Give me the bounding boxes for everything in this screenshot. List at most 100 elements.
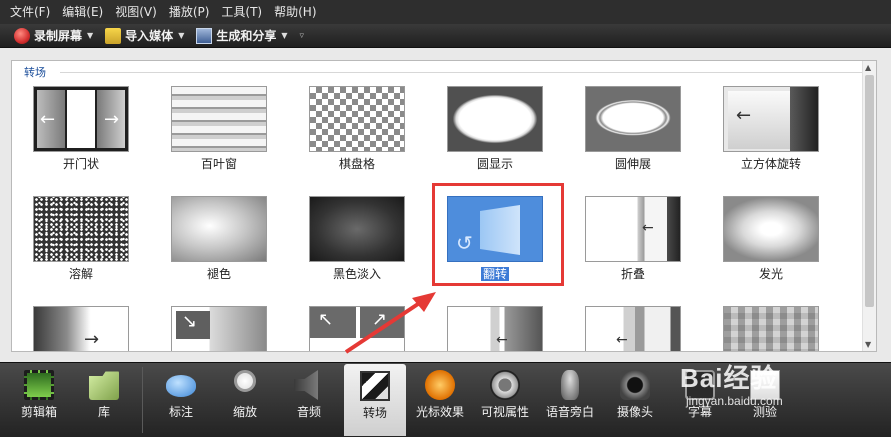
transition-label: 棋盘格 xyxy=(338,157,375,171)
transition-tile-circle-stretch[interactable]: 圆伸展 xyxy=(585,86,681,172)
transition-thumbnail: ← xyxy=(723,86,819,152)
zoom-magnifier-icon xyxy=(234,370,256,392)
tab-label: 标注 xyxy=(168,405,193,419)
transition-thumbnail: ← xyxy=(585,306,681,351)
tab-label: 语音旁白 xyxy=(545,405,594,419)
transition-thumbnail xyxy=(33,196,129,262)
transition-thumbnail xyxy=(171,196,267,262)
transition-label: 开门状 xyxy=(62,157,99,171)
transition-label: 褪色 xyxy=(206,267,231,281)
camera-icon xyxy=(620,370,650,400)
menu-bar: 文件(F) 编辑(E) 视图(V) 播放(P) 工具(T) 帮助(H) xyxy=(0,0,891,24)
transition-tile-fold[interactable]: ← 折叠 xyxy=(585,196,681,282)
tab-label: 剪辑箱 xyxy=(20,405,57,419)
folder-icon xyxy=(105,27,122,44)
chevron-down-icon: ▼ xyxy=(281,31,288,40)
menu-view[interactable]: 视图(V) xyxy=(109,0,163,24)
menu-play[interactable]: 播放(P) xyxy=(163,0,216,24)
transition-tile-fade[interactable]: 褪色 xyxy=(171,196,267,282)
tab-label: 音频 xyxy=(296,405,321,419)
transition-tile-dissolve[interactable]: 溶解 xyxy=(33,196,129,282)
cursor-effect-icon xyxy=(425,370,455,400)
transition-tile-page-roll[interactable]: ↘ xyxy=(171,306,267,351)
menu-help[interactable]: 帮助(H) xyxy=(268,0,322,24)
transition-tile-checkerboard[interactable]: 棋盘格 xyxy=(309,86,405,172)
transition-label: 折叠 xyxy=(620,267,645,281)
import-media-button[interactable]: 导入媒体 ▼ xyxy=(105,27,184,44)
transition-thumbnail xyxy=(309,86,405,152)
tab-label: 光标效果 xyxy=(415,405,464,419)
tab-visual-properties[interactable]: 可视属性 xyxy=(474,363,536,437)
produce-share-label: 生成和分享 xyxy=(216,29,277,43)
transition-thumbnail xyxy=(309,196,405,262)
tab-clip-bin[interactable]: 剪辑箱 xyxy=(8,363,70,437)
transition-tile-cube-rotate[interactable]: ← 立方体旋转 xyxy=(723,86,819,172)
transition-label: 百叶窗 xyxy=(200,157,237,171)
menu-edit[interactable]: 编辑(E) xyxy=(56,0,109,24)
record-screen-label: 录制屏幕 xyxy=(34,29,83,43)
record-icon xyxy=(14,27,30,44)
scroll-thumb[interactable] xyxy=(865,75,874,307)
tab-label: 可视属性 xyxy=(480,405,529,419)
tab-transitions[interactable]: 转场 xyxy=(344,364,406,436)
transition-label: 立方体旋转 xyxy=(740,157,801,171)
transition-thumbnail xyxy=(171,86,267,152)
transition-thumbnail: ← xyxy=(585,196,681,262)
tab-audio[interactable]: 音频 xyxy=(278,363,340,437)
transition-label: 圆伸展 xyxy=(614,157,651,171)
transition-tile-page-peel[interactable]: → xyxy=(33,306,129,351)
tab-camera[interactable]: 摄像头 xyxy=(604,363,666,437)
transition-tile-fade-through-black[interactable]: 黑色淡入 xyxy=(309,196,405,282)
transition-tile-blinds[interactable]: 百叶窗 xyxy=(171,86,267,172)
film-strip-icon xyxy=(24,370,54,400)
tab-callouts[interactable]: 标注 xyxy=(150,363,212,437)
transition-thumbnail xyxy=(723,196,819,262)
transition-thumbnail xyxy=(447,86,543,152)
transition-tile-door[interactable]: ← → 开门状 xyxy=(33,86,129,172)
transition-tile-slide[interactable]: ← xyxy=(447,306,543,351)
menu-tools[interactable]: 工具(T) xyxy=(215,0,268,24)
transition-thumbnail: ↘ xyxy=(171,306,267,351)
transition-tile-quad-split[interactable]: ↖ ↗ xyxy=(309,306,405,351)
transition-tile-glow[interactable]: 发光 xyxy=(723,196,819,282)
panel-scrollbar[interactable]: ▲ ▼ xyxy=(862,61,876,351)
import-media-label: 导入媒体 xyxy=(125,29,174,43)
watermark-logo: Bai经验 xyxy=(680,363,778,393)
tab-label: 转场 xyxy=(362,406,387,420)
visual-properties-icon xyxy=(490,370,520,400)
main-toolbar: 录制屏幕 ▼ 导入媒体 ▼ 生成和分享 ▼ ▿ xyxy=(0,24,891,48)
produce-share-button[interactable]: 生成和分享 ▼ xyxy=(196,27,288,44)
transition-label: 溶解 xyxy=(68,267,93,281)
panel-title-divider xyxy=(60,72,862,73)
transition-label: 发光 xyxy=(758,267,783,281)
tab-voice-narration[interactable]: 语音旁白 xyxy=(539,363,601,437)
transition-thumbnail: → xyxy=(33,306,129,351)
transition-tile-pixelate[interactable] xyxy=(723,306,819,351)
callout-bubble-icon xyxy=(166,375,196,397)
transition-label: 圆显示 xyxy=(476,157,513,171)
tab-cursor-effects[interactable]: 光标效果 xyxy=(409,363,471,437)
transition-thumbnail: ← xyxy=(447,306,543,351)
produce-share-icon xyxy=(196,27,213,44)
chevron-down-icon: ▼ xyxy=(178,31,185,40)
record-screen-button[interactable]: 录制屏幕 ▼ xyxy=(14,27,93,44)
transition-thumbnail xyxy=(585,86,681,152)
watermark-url: jingyan.baidu.com xyxy=(686,394,783,408)
transition-thumbnail: ← → xyxy=(33,86,129,152)
tab-label: 库 xyxy=(97,405,110,419)
speaker-icon xyxy=(294,370,318,400)
tab-library[interactable]: 库 xyxy=(73,363,135,437)
scroll-up-icon[interactable]: ▲ xyxy=(865,63,871,72)
transition-icon xyxy=(360,371,390,401)
transition-tile-stretch[interactable]: ← xyxy=(585,306,681,351)
library-folder-icon xyxy=(89,371,119,400)
microphone-icon xyxy=(561,370,579,400)
tab-zoom[interactable]: 缩放 xyxy=(214,363,276,437)
toolbar-overflow-icon[interactable]: ▿ xyxy=(300,31,305,41)
chevron-down-icon: ▼ xyxy=(87,31,94,40)
menu-file[interactable]: 文件(F) xyxy=(4,0,56,24)
selection-highlight-box xyxy=(432,183,564,286)
transition-tile-circle-reveal[interactable]: 圆显示 xyxy=(447,86,543,172)
scroll-down-icon[interactable]: ▼ xyxy=(865,340,871,349)
tab-label: 摄像头 xyxy=(616,405,653,419)
